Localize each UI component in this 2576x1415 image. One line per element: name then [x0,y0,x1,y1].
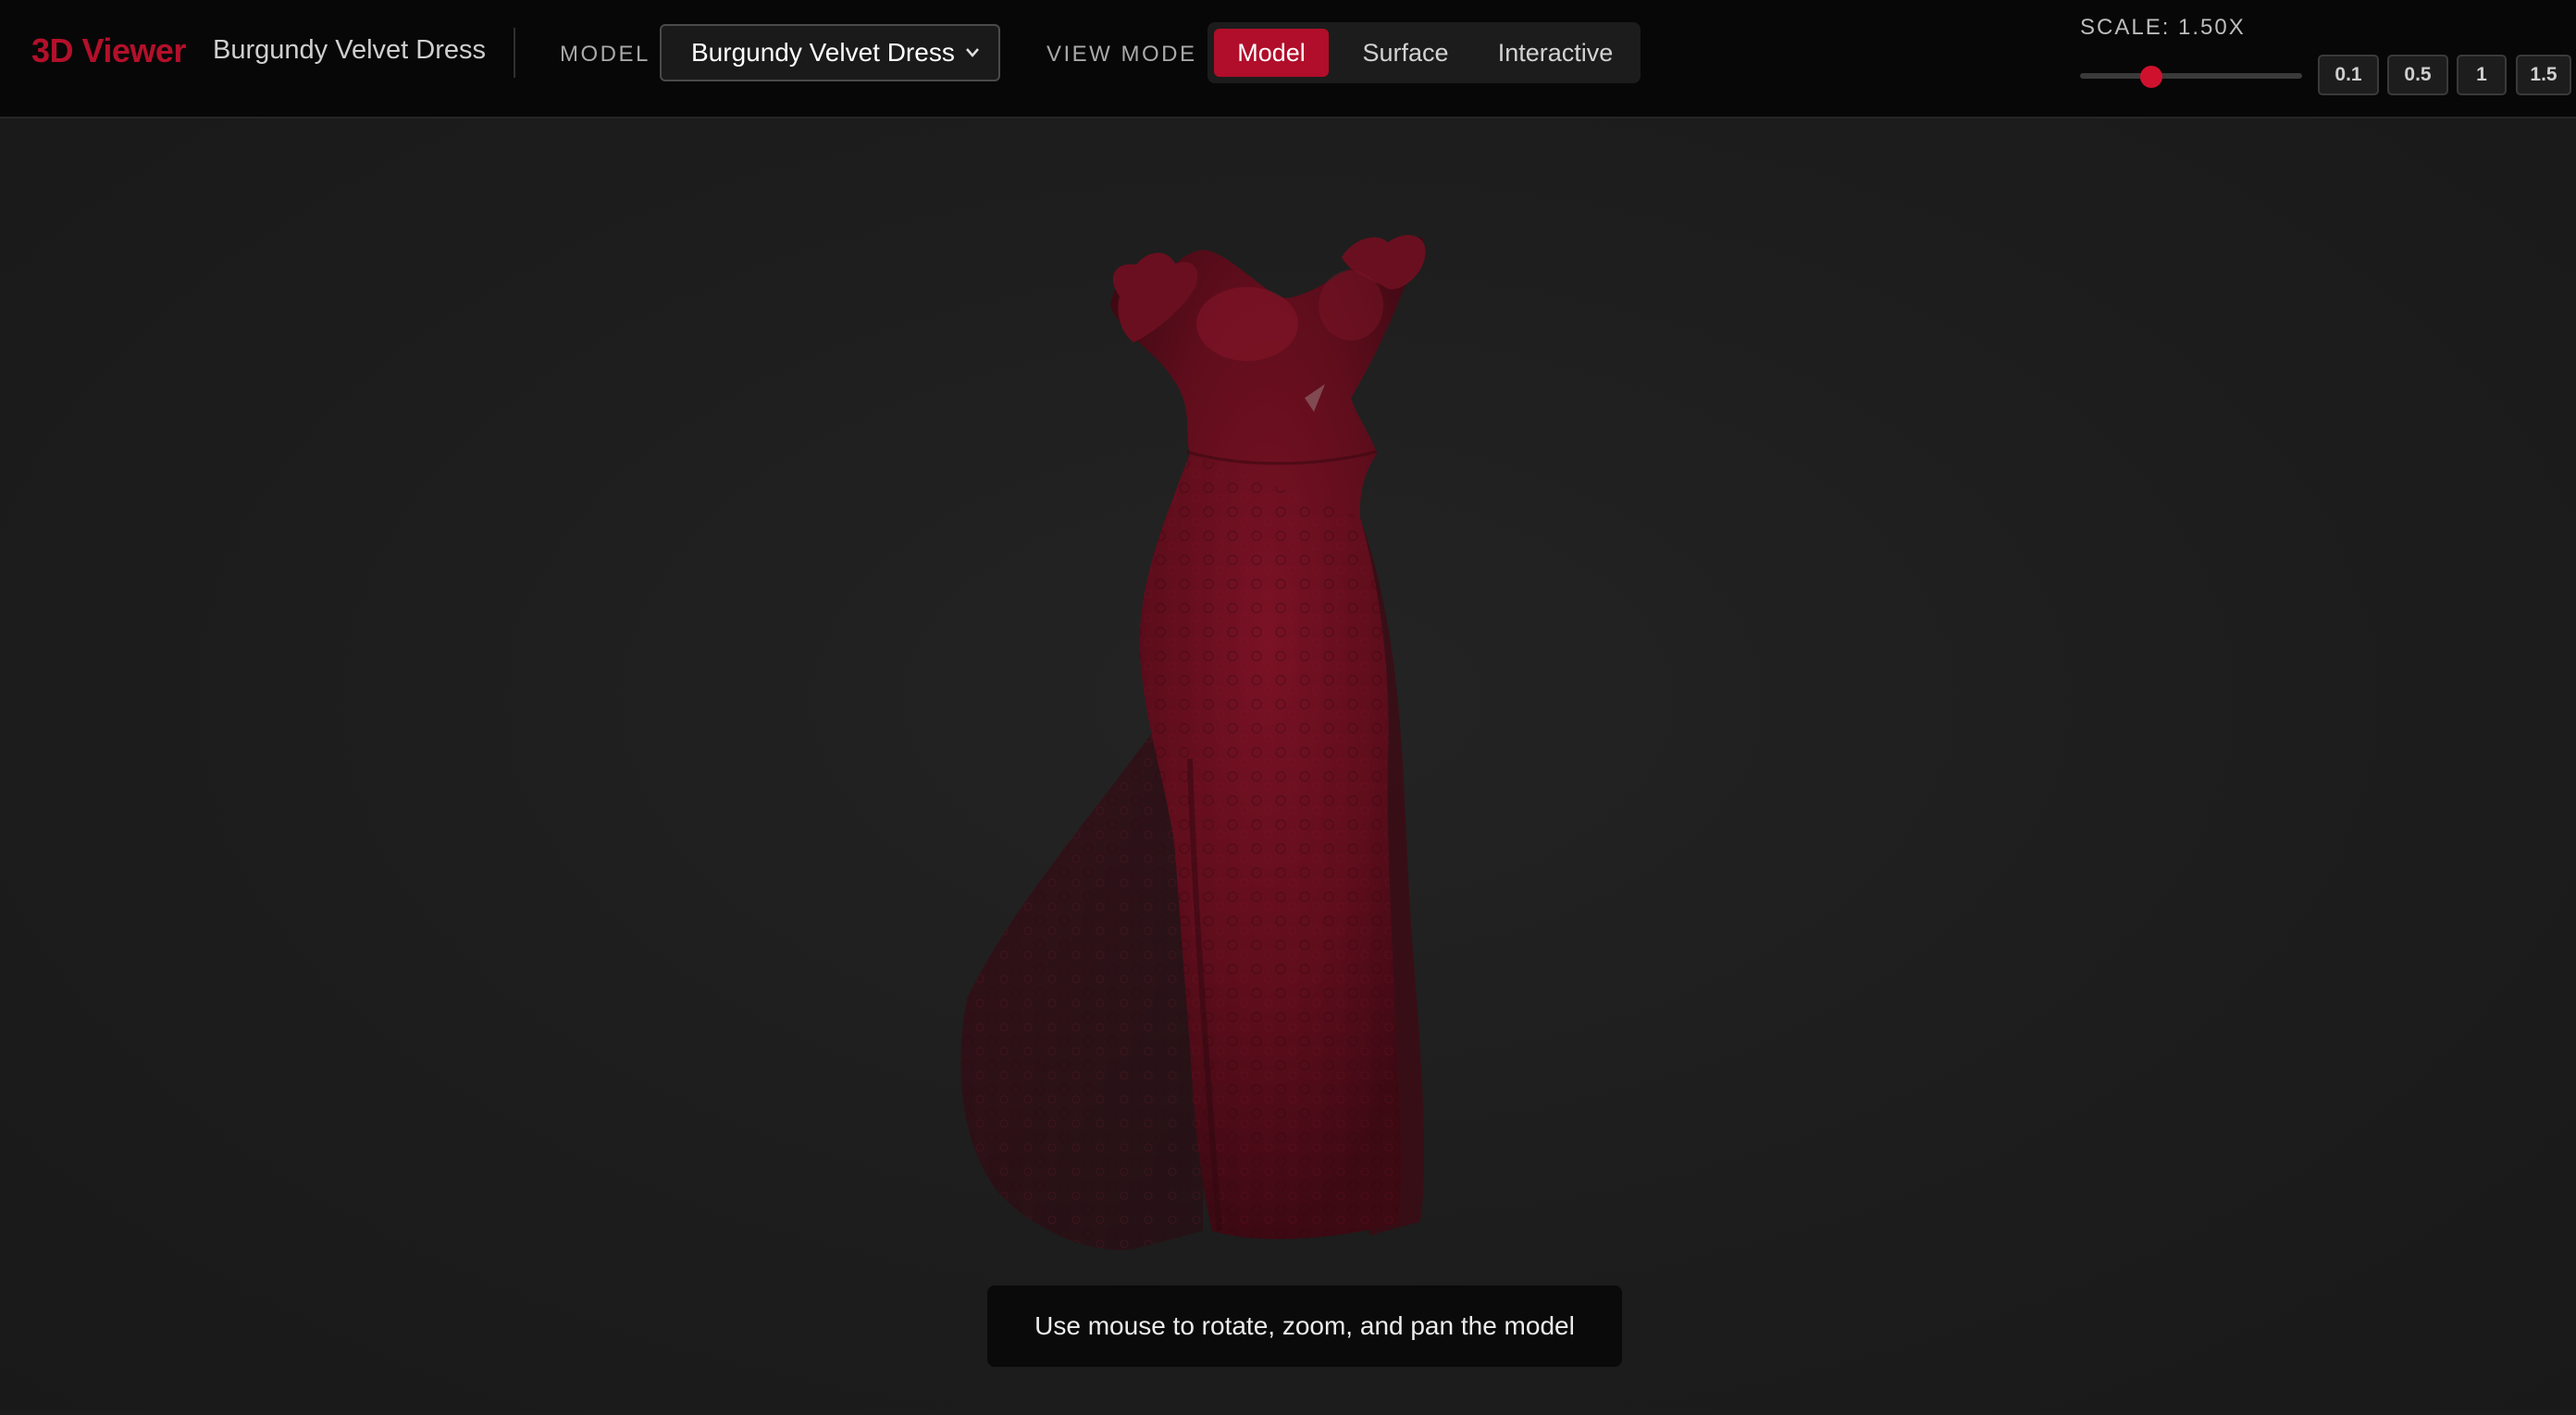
view-mode-interactive[interactable]: Interactive [1476,29,1635,77]
view-mode-label: VIEW MODE [1046,42,1197,67]
model-label: MODEL [560,42,650,67]
app-title: 3D Viewer [31,31,186,69]
model-select-value: Burgundy Velvet Dress [691,38,955,67]
top-toolbar: 3D Viewer Burgundy Velvet Dress MODEL Bu… [0,0,2576,118]
scale-readout: SCALE: 1.50X [2080,15,2246,40]
view-mode-model[interactable]: Model [1214,29,1329,77]
scale-preset-1[interactable]: 1 [2457,55,2507,95]
model-select[interactable]: Burgundy Velvet Dress [660,24,1000,81]
chevron-down-icon [963,26,982,101]
view-mode-toggle: Model Surface Interactive [1208,22,1641,83]
3d-viewport[interactable]: Use mouse to rotate, zoom, and pan the m… [0,118,2576,1410]
scale-slider[interactable] [2080,66,2302,88]
scale-slider-thumb[interactable] [2139,66,2162,88]
dress-model[interactable] [0,118,2576,1410]
current-model-name: Burgundy Velvet Dress [213,35,486,65]
view-mode-surface[interactable]: Surface [1343,29,1468,77]
scale-preset-0-1[interactable]: 0.1 [2318,55,2379,95]
controls-hint: Use mouse to rotate, zoom, and pan the m… [987,1285,1622,1367]
scale-preset-1-5[interactable]: 1.5 [2516,55,2571,95]
toolbar-divider [514,28,515,78]
scale-preset-0-5[interactable]: 0.5 [2387,55,2448,95]
